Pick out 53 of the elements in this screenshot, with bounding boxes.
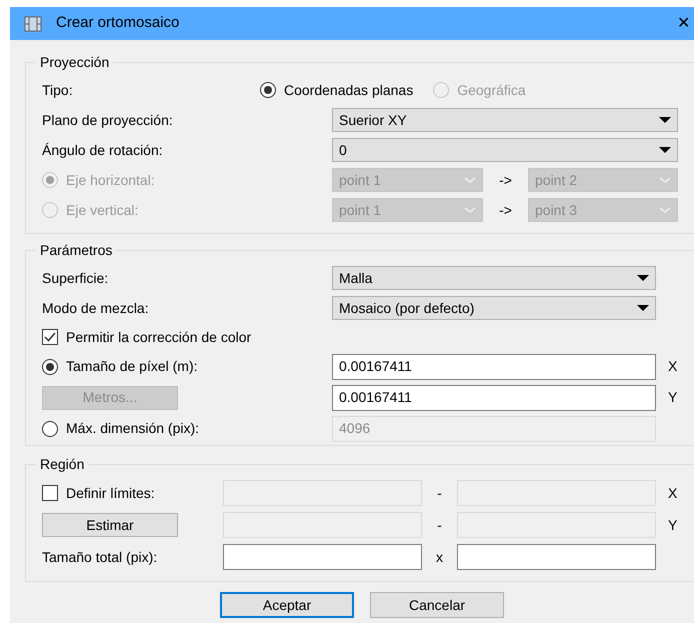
text-field[interactable] [223,544,422,570]
axis-label: Y [668,516,678,534]
group-title: Parámetros [40,242,112,258]
text-field[interactable]: 0.00167411 [332,384,656,410]
radio-button[interactable] [260,82,276,98]
checkbox-label: Permitir la corrección de color [66,328,252,346]
field-label: Plano de proyección: [42,110,174,130]
axis-label: X [668,357,678,376]
radio-label: Eje vertical: [66,200,138,220]
checkbox-label: Definir límites: [66,484,155,502]
dash-label: - [436,484,443,502]
separator-label: x [435,548,444,566]
radio-label: Coordenadas planas [284,80,414,100]
chevron-down-icon [464,207,476,213]
arrow-label: -> [498,170,513,190]
field-label: Ángulo de rotación: [42,140,164,160]
radio-label: Eje horizontal: [66,170,155,190]
radio-label: Máx. dimensión (pix): [66,419,200,438]
checkmark-icon [44,332,56,342]
group-title: Proyección [40,54,110,70]
chevron-down-icon [659,207,671,213]
text-field[interactable] [457,544,656,570]
caret-down-icon [637,275,649,281]
dropdown[interactable]: 0 [332,138,678,162]
field-label: Modo de mezcla: [42,298,150,318]
dropdown[interactable]: Malla [332,266,656,290]
field-label: Superficie: [42,268,110,288]
checkbox[interactable] [42,485,58,501]
caret-down-icon [659,147,671,153]
dropdown[interactable]: Suerior XY [332,108,678,132]
axis-label: X [668,484,678,502]
radio-label: Tamaño de píxel (m): [66,357,198,376]
caret-down-icon [659,117,671,123]
chevron-down-icon [659,177,671,183]
radio-label: Geográfica [457,80,526,100]
dash-label: - [436,516,443,534]
axis-label: Y [668,388,678,407]
close-button[interactable]: ✕ [677,16,690,32]
window-title: Crear ortomosaico [56,13,180,34]
film-icon [24,16,42,32]
button[interactable]: Estimar [42,513,178,537]
chevron-down-icon [464,177,476,183]
dropdown[interactable]: Mosaico (por defecto) [332,296,656,320]
radio-button[interactable] [42,358,58,374]
group-title: Región [40,456,84,472]
checkbox[interactable] [42,329,58,345]
button[interactable]: Cancelar [370,592,504,618]
text-field[interactable]: 0.00167411 [332,354,656,380]
button[interactable]: Aceptar [220,592,354,618]
field-label: Tamaño total (pix): [42,548,158,567]
field-label: Tipo: [42,80,74,100]
arrow-label: -> [498,200,513,220]
caret-down-icon [637,305,649,311]
